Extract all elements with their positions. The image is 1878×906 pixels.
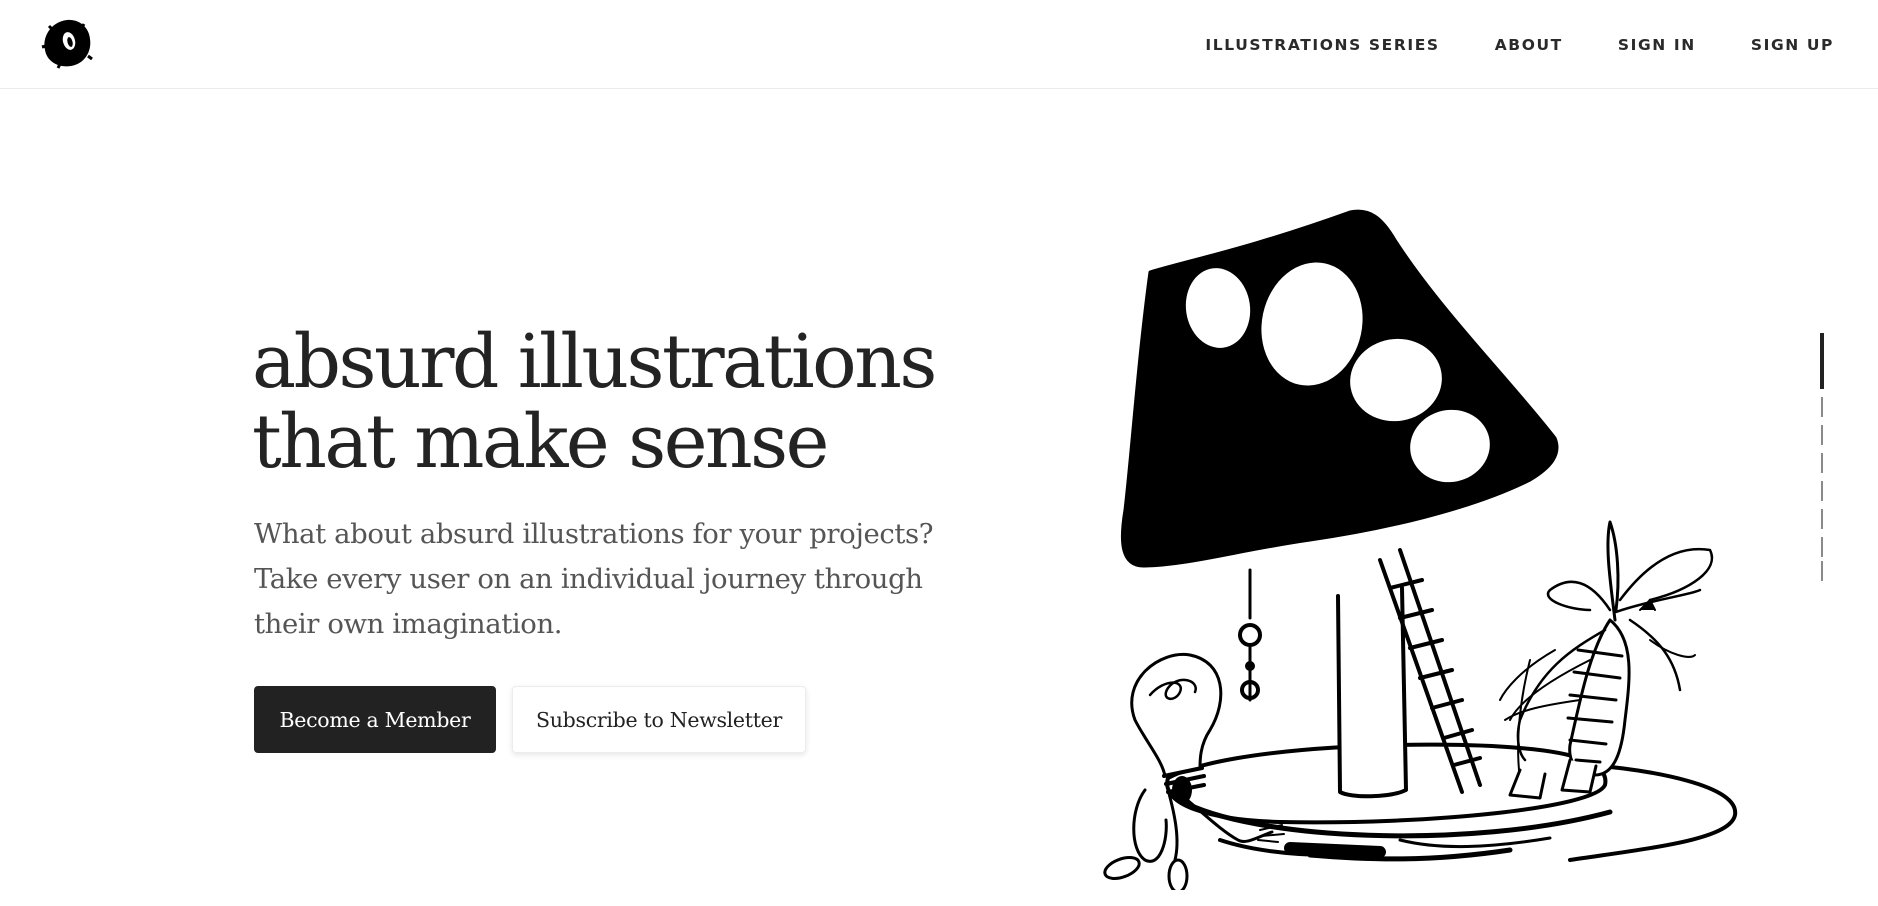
scroll-progress-indicator[interactable] (1820, 333, 1824, 581)
hero-subtitle: What about absurd illustrations for your… (254, 512, 974, 647)
hero-subtitle-line: Take every user on an individual journey… (254, 563, 923, 595)
top-navigation-bar: ILLUSTRATIONS SERIES ABOUT SIGN IN SIGN … (0, 0, 1878, 89)
mushroom-lamp-illustration (1050, 200, 1750, 894)
blob-logo-icon[interactable] (40, 16, 94, 70)
hero-title-line: that make sense (252, 399, 829, 485)
nav-about[interactable]: ABOUT (1495, 36, 1563, 54)
hero-subtitle-line: their own imagination. (254, 608, 563, 640)
nav-illustrations-series[interactable]: ILLUSTRATIONS SERIES (1205, 36, 1439, 54)
main-nav: ILLUSTRATIONS SERIES ABOUT SIGN IN SIGN … (1150, 0, 1834, 89)
subscribe-newsletter-button[interactable]: Subscribe to Newsletter (512, 686, 806, 753)
nav-sign-in[interactable]: SIGN IN (1618, 36, 1696, 54)
nav-sign-up[interactable]: SIGN UP (1751, 36, 1834, 54)
become-member-button[interactable]: Become a Member (254, 686, 496, 753)
hero-subtitle-line: What about absurd illustrations for your… (254, 518, 934, 550)
hero-title: absurd illustrations that make sense (252, 322, 1012, 482)
hero-title-line: absurd illustrations (252, 319, 937, 405)
